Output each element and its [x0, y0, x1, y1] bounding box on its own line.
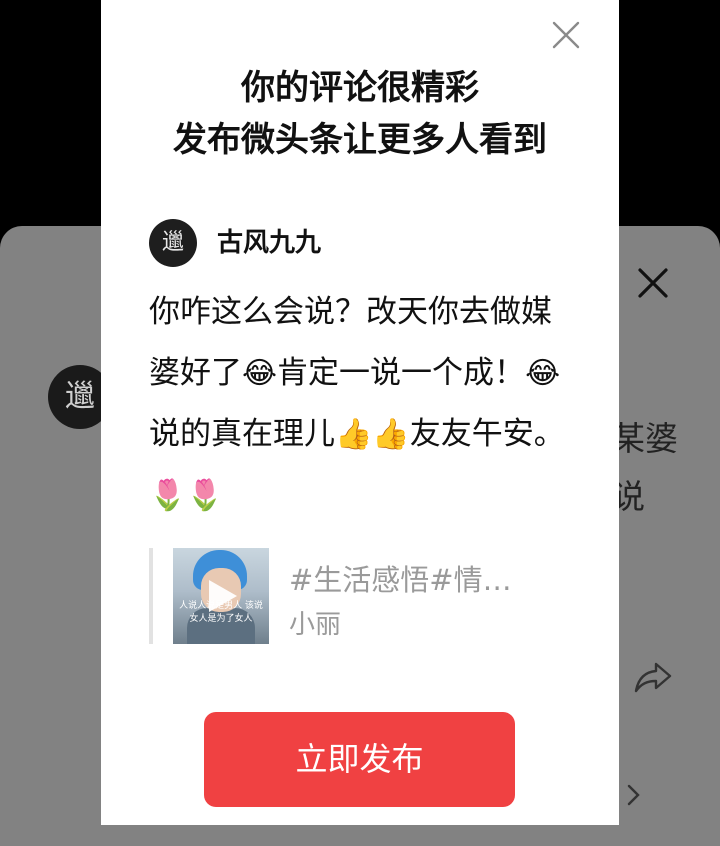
- avatar: 邋: [149, 219, 197, 267]
- share-icon[interactable]: [632, 656, 674, 698]
- quoted-video-title[interactable]: #生活感悟#情…: [289, 562, 512, 598]
- comment-part-3: 说的真在理儿: [149, 416, 335, 452]
- play-icon[interactable]: [209, 580, 237, 612]
- quoted-video-card[interactable]: 人说人说是男人 该说女人是为了女人 #生活感悟#情… 小丽: [149, 548, 579, 644]
- quoted-video-author: 小丽: [289, 610, 342, 640]
- modal-title: 你的评论很精彩 发布微头条让更多人看到: [101, 62, 619, 166]
- publish-now-button[interactable]: 立即发布: [204, 712, 515, 807]
- thumbs-up-emoji-icon: 👍: [335, 417, 373, 452]
- close-icon[interactable]: [634, 264, 672, 302]
- publish-prompt-modal: 你的评论很精彩 发布微头条让更多人看到 邋 古风九九 你咋这么会说？改天你去做媒…: [101, 0, 619, 825]
- quote-bar: [149, 548, 153, 644]
- background-comment-fragment-1: 某婆: [612, 419, 678, 458]
- close-icon[interactable]: [549, 18, 583, 52]
- thumbs-up-emoji-icon: 👍: [372, 417, 410, 452]
- laughing-emoji-icon: 😂: [525, 356, 561, 391]
- comment-part-4: 友友午安。: [409, 416, 565, 452]
- chevron-right-icon[interactable]: [622, 782, 644, 808]
- author-name: 古风九九: [217, 228, 322, 258]
- laughing-emoji-icon: 😂: [242, 356, 278, 391]
- comment-part-2: 肯定一说一个成！: [277, 355, 526, 391]
- comment-text: 你咋这么会说？改天你去做媒婆好了😂肯定一说一个成！😂说的真在理儿👍👍友友午安。🌷…: [149, 282, 579, 526]
- modal-title-line-1: 你的评论很精彩: [241, 68, 479, 108]
- tulip-emoji-icon: 🌷🌷: [149, 478, 224, 513]
- video-thumbnail[interactable]: 人说人说是男人 该说女人是为了女人: [173, 548, 269, 644]
- modal-title-line-2: 发布微头条让更多人看到: [173, 120, 547, 160]
